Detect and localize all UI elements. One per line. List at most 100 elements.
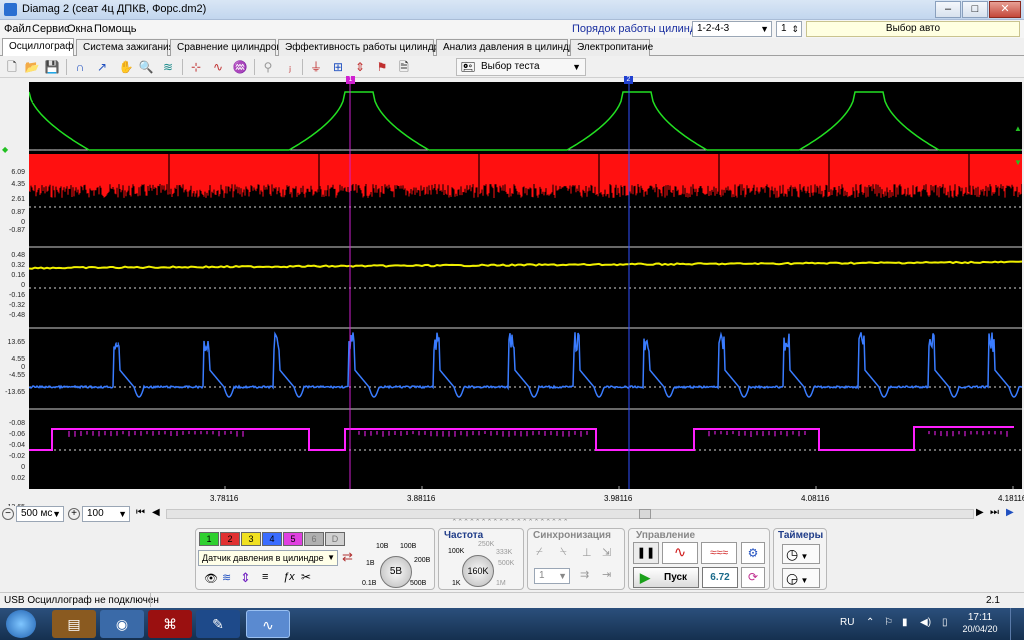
tab-power[interactable]: Электропитание <box>570 39 653 56</box>
diamag-app-icon[interactable]: ∿ <box>246 610 290 638</box>
channel-button-2[interactable]: 2 <box>220 532 240 546</box>
document-icon[interactable]: 🗎 <box>396 59 412 75</box>
channel-button-4[interactable]: 4 <box>262 532 282 546</box>
start-button[interactable]: ▶ Пуск <box>633 567 699 588</box>
pdf-app-icon[interactable]: ⌘ <box>148 610 192 638</box>
invert-icon[interactable]: ≋ <box>222 571 231 584</box>
channel-offset-up-icon[interactable]: ▲ <box>1014 124 1022 133</box>
hand-icon[interactable]: ✋ <box>118 59 134 75</box>
sync-fall-icon[interactable]: ⍀ <box>560 546 567 559</box>
zoom-select[interactable]: 100 ▼ <box>82 506 130 522</box>
auto-run-icon[interactable]: ⟳ <box>741 567 765 588</box>
zoom-out-icon[interactable]: − <box>2 508 14 520</box>
channel-button-5[interactable]: 5 <box>283 532 303 546</box>
sync-arrows-icon[interactable]: ⇉ <box>580 568 589 581</box>
step-forward-icon[interactable]: ▶ <box>976 507 984 518</box>
chrome-app-icon[interactable]: ◉ <box>100 610 144 638</box>
wave-compare-icon[interactable]: ∿ <box>210 59 226 75</box>
single-shot-button[interactable]: ∿ <box>662 542 698 564</box>
zoom-icon[interactable]: 🔍 <box>138 59 154 75</box>
save-icon[interactable]: 💾 <box>44 59 60 75</box>
noise-mode-button[interactable]: ≈≈≈ <box>701 542 737 564</box>
pencil-app-icon[interactable]: ✎ <box>196 610 240 638</box>
channel-button-3[interactable]: 3 <box>241 532 261 546</box>
trigger-icon[interactable]: ⚲ <box>260 59 276 75</box>
eye-icon[interactable]: 👁 <box>204 572 218 585</box>
tab-cylinder-compare[interactable]: Сравнение цилиндров <box>170 39 282 56</box>
cursor-1-marker[interactable]: 1 <box>346 76 355 84</box>
go-end-icon[interactable]: ⏭ <box>990 507 999 518</box>
cylinder-order-select[interactable]: 1-2-4-3 ▼ <box>692 21 772 37</box>
network-icon[interactable]: ▮ <box>902 617 908 628</box>
language-indicator[interactable]: RU <box>840 617 854 628</box>
channel-button-6[interactable]: 6 <box>304 532 324 546</box>
timeline-scrollbar[interactable] <box>166 509 974 519</box>
timebase-select[interactable]: 500 мс ▼ <box>16 506 64 522</box>
tab-cylinder-efficiency[interactable]: Эффективность работы цилиндров <box>278 39 450 56</box>
marker-icon[interactable]: ⊞ <box>330 59 346 75</box>
minimize-button[interactable]: – <box>935 1 961 18</box>
start-icon[interactable] <box>6 610 36 638</box>
auto-settings-icon[interactable]: ⚙ <box>741 542 765 564</box>
flag-tray-icon[interactable]: ⚐ <box>884 617 893 628</box>
show-desktop-button[interactable] <box>1010 608 1024 640</box>
pause-button[interactable]: ❚❚ <box>633 542 659 564</box>
step-back-icon[interactable]: ◀ <box>152 507 160 518</box>
cursor-2-marker[interactable]: 2 <box>624 76 633 84</box>
archive-app-icon[interactable]: ▤ <box>52 610 96 638</box>
volume-icon[interactable]: ◀) <box>920 617 931 628</box>
collapse-handle[interactable]: ⌃⌃⌃⌃⌃⌃⌃⌃⌃⌃⌃⌃⌃⌃⌃⌃⌃⌃⌃⌃ <box>310 519 710 526</box>
function-icon[interactable]: ƒx <box>283 571 295 583</box>
channel-select[interactable]: Датчик давления в цилиндре ▼ <box>198 550 338 566</box>
test-select[interactable]: 🖭 Выбор теста ▼ <box>456 58 586 76</box>
menu-help[interactable]: Помощь <box>94 23 137 35</box>
range-knob[interactable]: 5В <box>380 556 412 588</box>
filter-icon[interactable]: ≋ <box>160 59 176 75</box>
tab-oscilloscope[interactable]: Осциллограф <box>2 38 74 56</box>
tab-pressure-analysis[interactable]: Анализ давления в цилиндре <box>436 39 580 56</box>
menu-windows[interactable]: Окна <box>67 23 93 35</box>
loop-icon[interactable]: ∩ <box>72 59 88 75</box>
clock-time[interactable]: 17:11 <box>960 612 1000 623</box>
zero-level-icon[interactable]: ⱼ <box>282 59 298 75</box>
sync-rise-icon[interactable]: ⌿ <box>536 546 543 559</box>
timer-2-button[interactable]: ◶ ▼ <box>782 568 820 588</box>
lines-icon[interactable]: ≡ <box>262 571 268 583</box>
oscilloscope-plot[interactable] <box>29 82 1022 489</box>
maximize-button[interactable]: □ <box>962 1 988 18</box>
battery-icon[interactable]: ▯ <box>942 617 948 628</box>
vertical-scale-icon[interactable]: ⇕ <box>240 570 251 586</box>
play-icon[interactable]: ▶ <box>1006 507 1014 518</box>
tray-chevron-icon[interactable]: ⌃ <box>866 617 874 628</box>
channel-button-D[interactable]: D <box>325 532 345 546</box>
menu-service[interactable]: Сервис <box>32 23 70 35</box>
new-file-icon[interactable]: 🗋 <box>4 59 20 75</box>
cursors[interactable] <box>349 82 630 489</box>
tab-ignition[interactable]: Система зажигания <box>76 39 174 56</box>
channel-swap-icon[interactable]: ⇄ <box>342 549 353 565</box>
frequency-knob[interactable]: 160K <box>462 555 494 587</box>
clock-date[interactable]: 20/04/20 <box>960 624 1000 634</box>
tools-icon[interactable]: ✂ <box>301 570 311 584</box>
channel-filter-icon[interactable]: ⏚ <box>308 59 324 75</box>
close-button[interactable]: ✕ <box>989 1 1021 18</box>
auto-select-button[interactable]: Выбор авто <box>806 21 1020 37</box>
sync-mode-icon[interactable]: ⇲ <box>602 546 611 559</box>
sync-channel-select[interactable]: 1 ▼ <box>534 568 570 584</box>
cylinder-number-stepper[interactable]: 1 ⇕ <box>776 21 802 37</box>
spread-icon[interactable]: ⊹ <box>188 59 204 75</box>
cursor-pair-icon[interactable]: ↗ <box>94 59 110 75</box>
sync-position-icon[interactable]: ⇥ <box>602 568 611 581</box>
overlay-icon[interactable]: ♒ <box>232 59 248 75</box>
scale-icon[interactable]: ⇕ <box>352 59 368 75</box>
menu-file[interactable]: Файл <box>4 23 31 35</box>
flag-icon[interactable]: ⚑ <box>374 59 390 75</box>
open-folder-icon[interactable]: 📂 <box>24 59 40 75</box>
zoom-in-icon[interactable]: + <box>68 508 80 520</box>
scrollbar-thumb[interactable] <box>639 509 651 519</box>
timer-1-button[interactable]: ◷ ▼ <box>782 544 820 564</box>
channel-button-1[interactable]: 1 <box>199 532 219 546</box>
channel-offset-down-icon[interactable]: ▼ <box>1014 158 1022 167</box>
sync-edge-icon[interactable]: ⊥ <box>582 546 592 559</box>
go-start-icon[interactable]: ⏮ <box>136 507 145 518</box>
